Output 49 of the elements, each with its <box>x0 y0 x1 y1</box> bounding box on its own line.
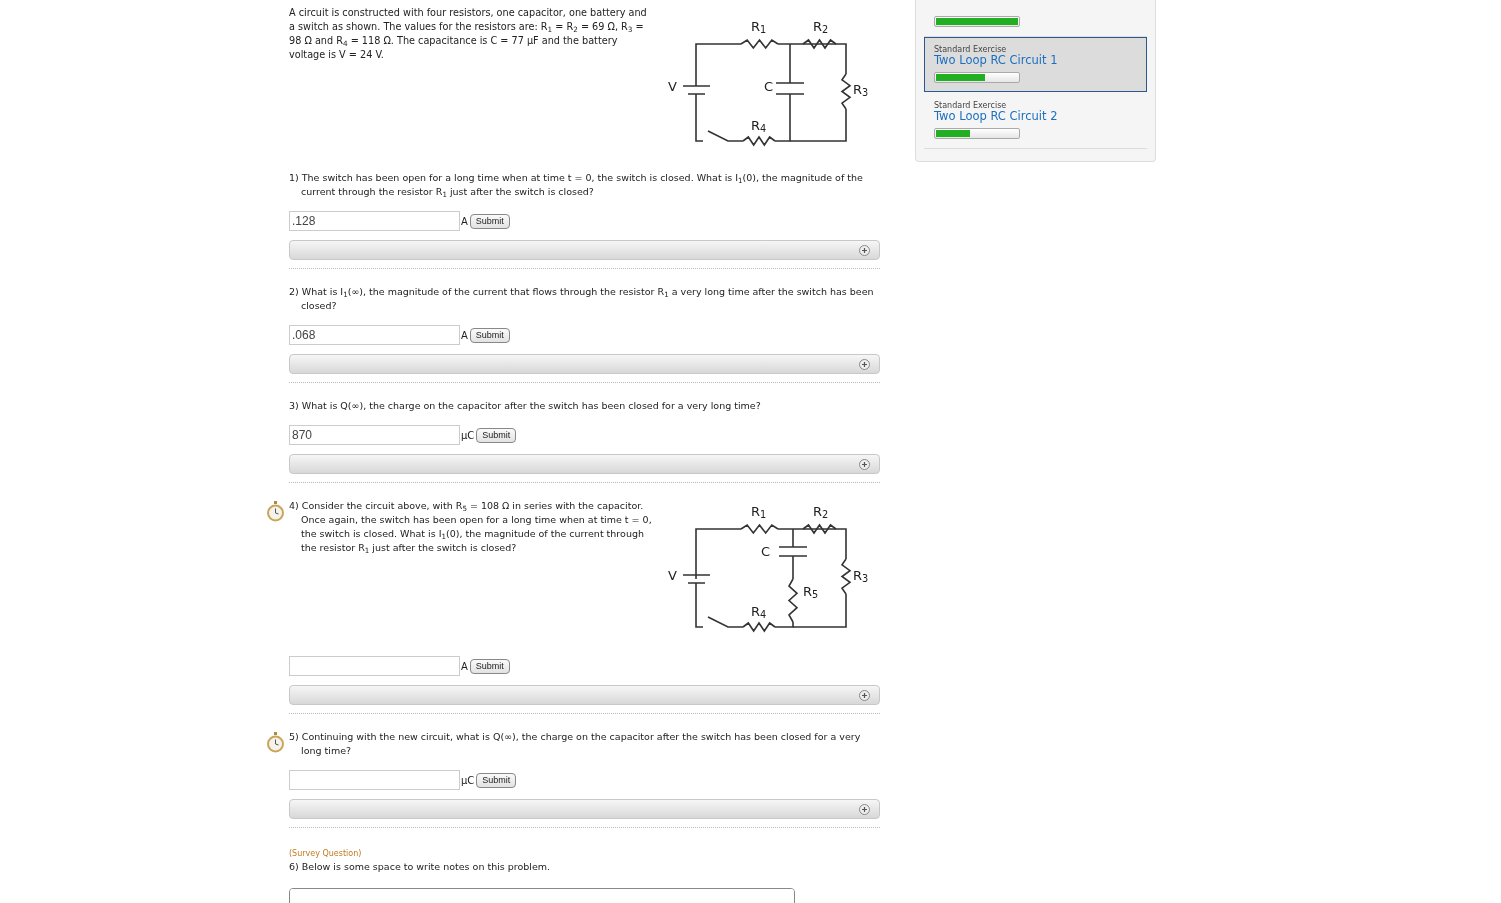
intro-text: A circuit is constructed with four resistors, one capacitor, one battery and a switch as shown. The values for the resistors are: R$_{1}$ = R$_{2}$ = 69 Ω, R$_{3}$ = 98 Ω and R$_{4}$ = 118 Ω. The capacitance is C = 77 μF and the battery voltage is V = 24 V. <box>289 6 648 62</box>
question-text: 1) The switch has been open for a long time when at time t = 0, the switch is closed. What is I$_{1}$(0), the magnitude of the current through the resistor R$_{1}$ just after the switch is closed? <box>289 171 864 199</box>
submit-button[interactable]: Submit <box>476 772 517 788</box>
answer-field[interactable]: .128 <box>289 211 460 231</box>
unit-label: A <box>461 659 468 674</box>
component-label: R$_{1}$ <box>751 20 767 33</box>
question-text: 6) Below is some space to write notes on this problem. <box>289 860 552 874</box>
component-label: R$_{5}$ <box>803 585 819 598</box>
component-label: R$_{3}$ <box>853 83 869 96</box>
selected-exercise[interactable]: Standard Exercise Two Loop RC Circuit 1 <box>924 37 1147 92</box>
submit-button[interactable]: Submit <box>469 327 510 343</box>
component-label: C <box>764 80 774 93</box>
expand-icon[interactable] <box>859 689 870 701</box>
component-label: V <box>668 80 677 93</box>
question-text: 5) Continuing with the new circuit, what is Q(∞), the charge on the capacitor after the switch has been closed for a very long time? <box>289 730 862 758</box>
exercise-item[interactable]: Standard Exercise Two Loop RC Circuit 2 <box>924 93 1147 149</box>
expand-icon[interactable] <box>859 803 870 815</box>
exercise-link[interactable]: Two Loop RC Circuit 1 <box>934 54 1137 67</box>
question-text: 2) What is I$_{1}$(∞), the magnitude of the current that flows through the resistor R$_{1}$ a very long time after the switch has been closed? <box>289 285 875 313</box>
answer-field[interactable] <box>289 770 460 790</box>
stopwatch-icon <box>266 732 285 753</box>
component-label: R$_{1}$ <box>751 505 767 518</box>
expand-icon[interactable] <box>859 358 870 370</box>
unit-label: A <box>461 328 468 343</box>
exercise-type: Standard Exercise <box>934 101 1008 110</box>
answer-field[interactable]: 870 <box>289 425 460 445</box>
submit-button[interactable]: Submit <box>469 658 510 674</box>
expand-icon[interactable] <box>859 458 870 470</box>
unit-label: μC <box>461 773 475 788</box>
survey-tag: (Survey Question) <box>289 848 880 860</box>
submit-button[interactable]: Submit <box>469 213 510 229</box>
component-label: R$_{2}$ <box>813 20 829 33</box>
component-label: R$_{4}$ <box>751 605 767 618</box>
expand-icon[interactable] <box>859 244 870 256</box>
unit-label: μC <box>461 428 475 443</box>
answer-field[interactable]: .068 <box>289 325 460 345</box>
component-label: V <box>668 569 677 582</box>
exercise-type: Standard Exercise <box>934 45 1008 54</box>
component-label: R$_{3}$ <box>853 569 869 582</box>
component-label: R$_{2}$ <box>813 505 829 518</box>
unit-label: A <box>461 214 468 229</box>
question-text: 3) What is Q(∞), the charge on the capacitor after the switch has been closed for a very long time? <box>289 399 762 413</box>
question-text: 4) Consider the circuit above, with R$_{5}$ = 108 Ω in series with the capacitor. Once again, the switch has been open for a long time when at time t = 0, the switch is closed. What is I$_{1}$(0), the magnitude of the current through the resistor R$_{1}$ just after the switch is closed? <box>289 499 653 555</box>
exercise-link[interactable]: Two Loop RC Circuit 2 <box>934 110 1137 123</box>
component-label: C <box>761 545 771 558</box>
answer-field[interactable] <box>289 656 460 676</box>
submit-button[interactable]: Submit <box>476 427 517 443</box>
component-label: R$_{4}$ <box>751 119 767 132</box>
stopwatch-icon <box>266 501 285 522</box>
